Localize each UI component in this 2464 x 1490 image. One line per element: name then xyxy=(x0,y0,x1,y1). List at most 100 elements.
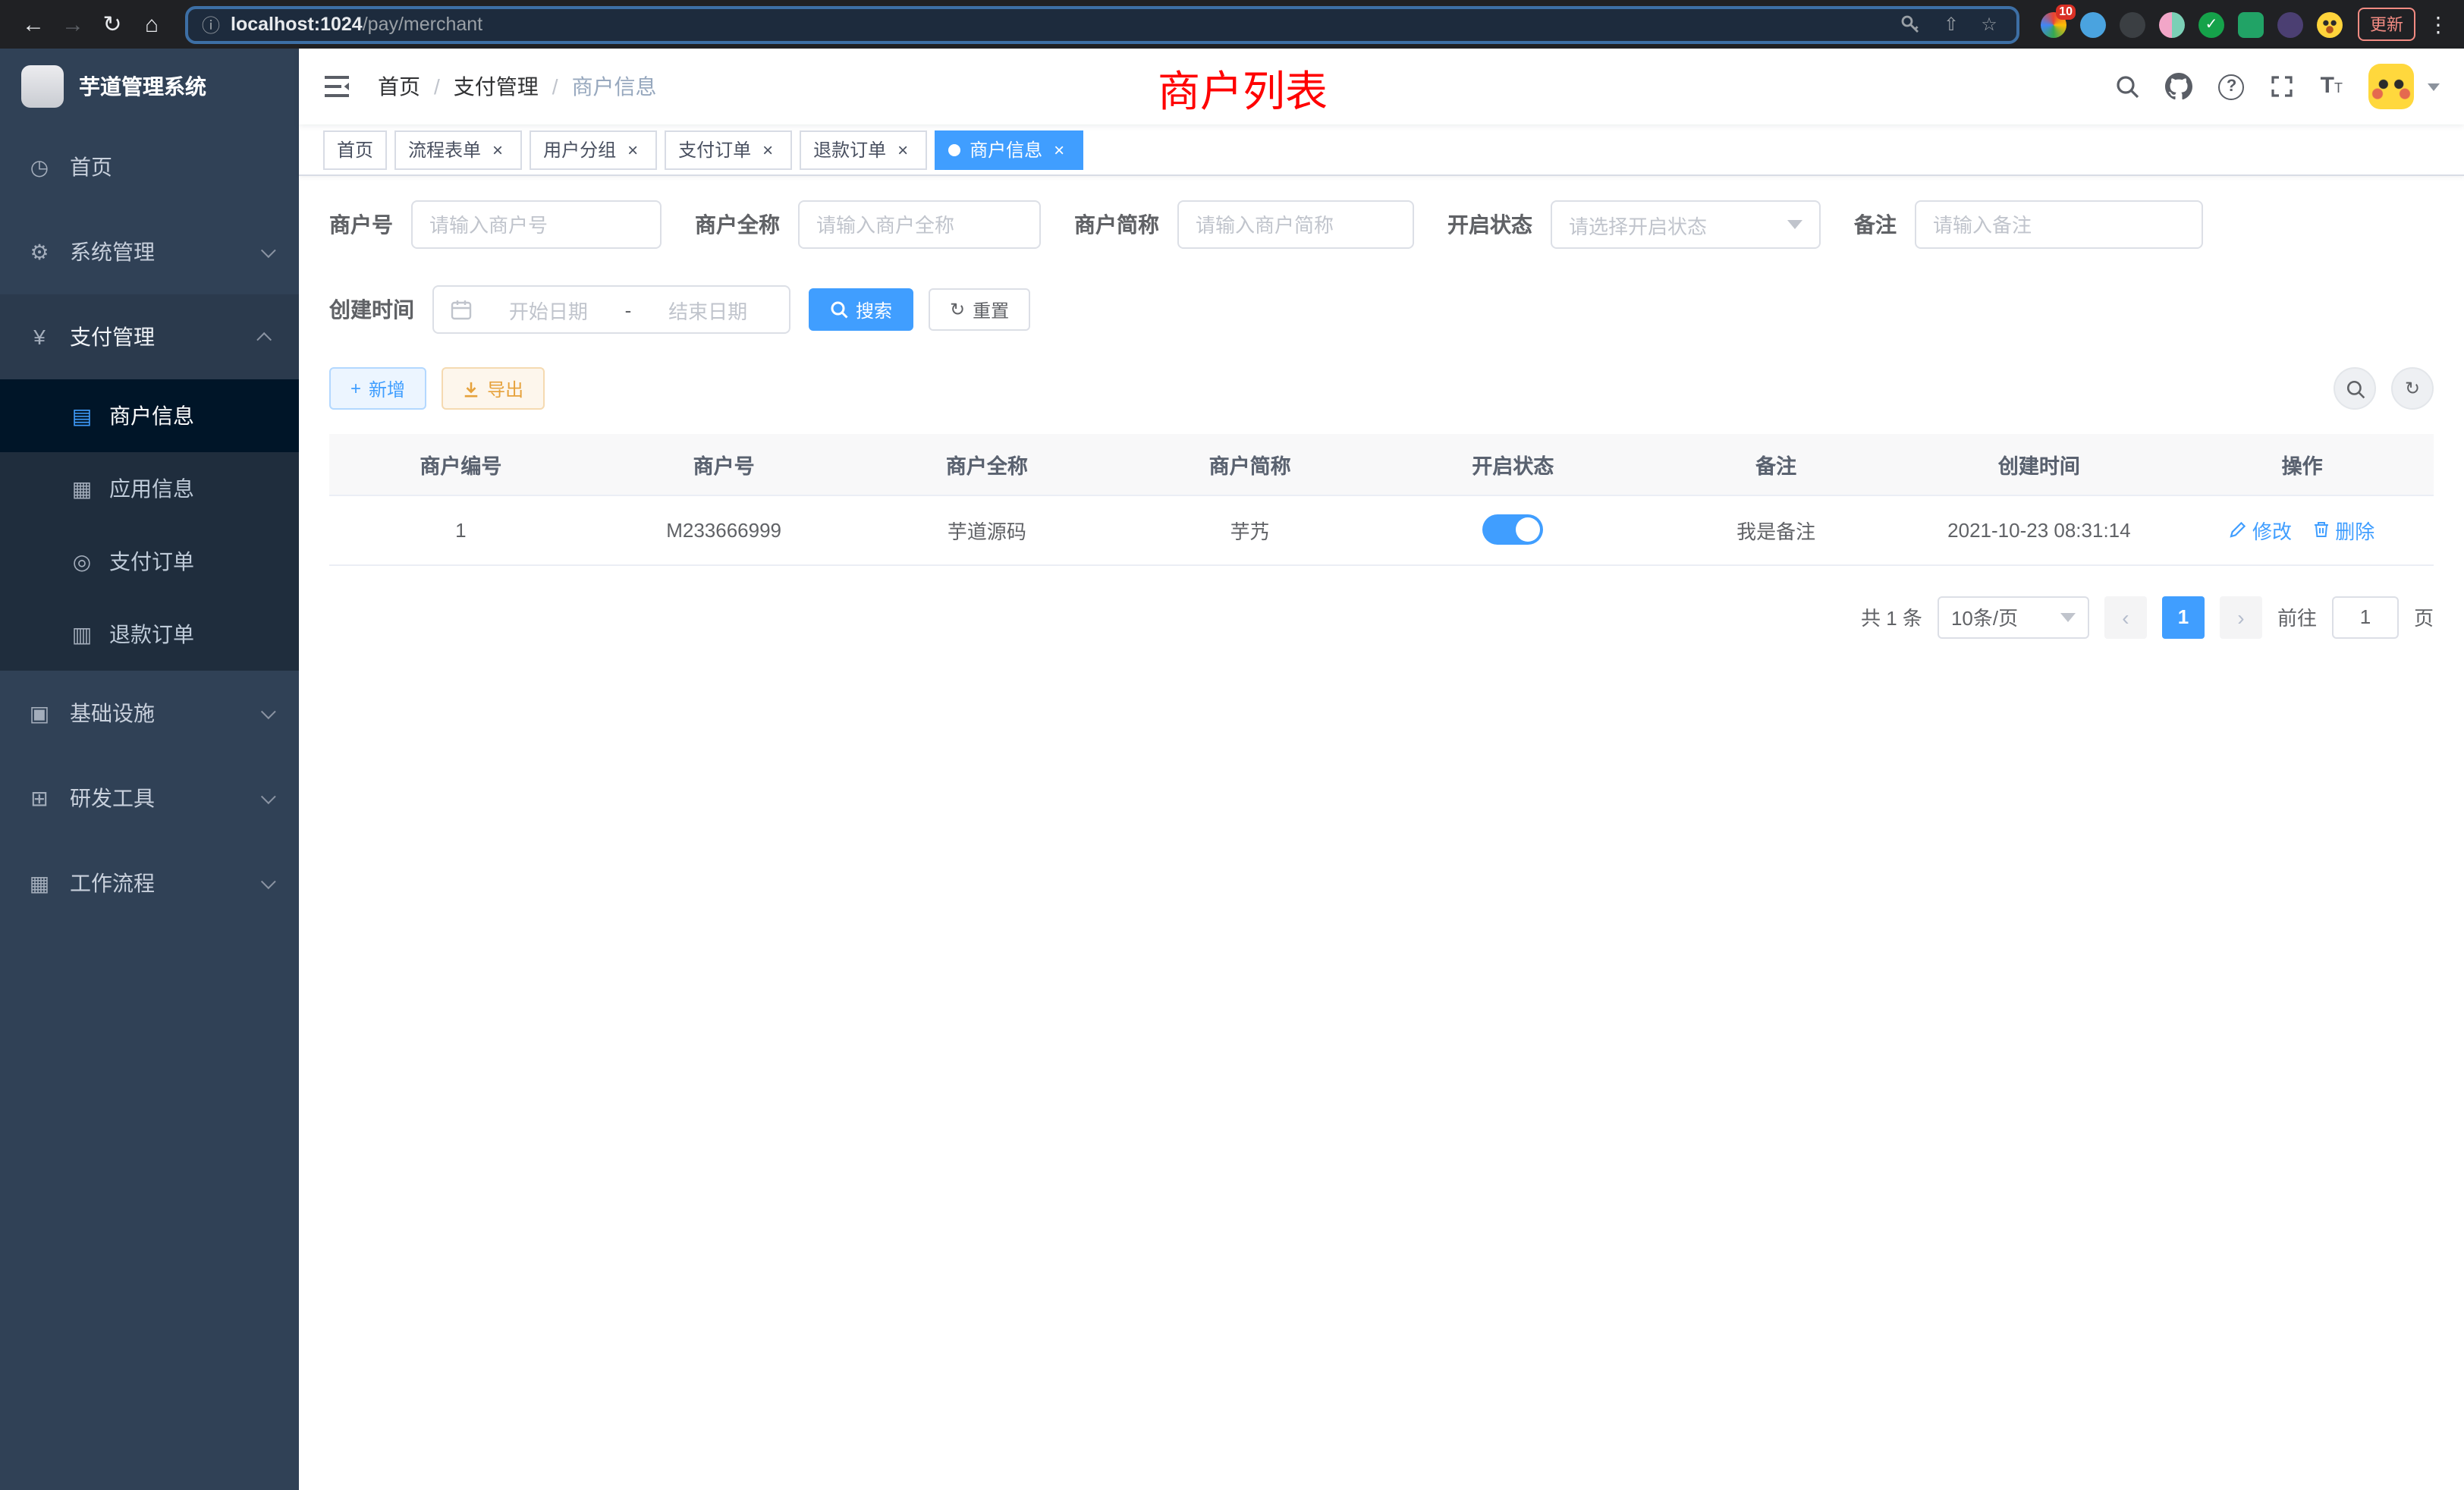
add-button[interactable]: + 新增 xyxy=(329,367,426,410)
prev-page-button[interactable]: ‹ xyxy=(2104,596,2147,638)
tab-merchant-info[interactable]: 商户信息 × xyxy=(935,130,1083,169)
sidebar-item-system[interactable]: ⚙ 系统管理 xyxy=(0,209,299,294)
tab-pay-order[interactable]: 支付订单 × xyxy=(665,130,792,169)
font-size-icon[interactable]: TT xyxy=(2321,73,2343,100)
sidebar-item-payment[interactable]: ¥ 支付管理 xyxy=(0,294,299,379)
sidebar-subitem-label: 退款订单 xyxy=(109,619,194,649)
extension-icon-duo[interactable] xyxy=(2159,11,2185,37)
tab-label: 流程表单 xyxy=(408,137,481,162)
browser-profile-avatar[interactable] xyxy=(2317,11,2343,37)
site-info-icon[interactable]: ⓘ xyxy=(202,11,220,37)
table-settings: ↻ xyxy=(2334,367,2434,410)
delete-link[interactable]: 删除 xyxy=(2312,515,2374,544)
url-text: localhost:1024/pay/merchant xyxy=(231,14,1889,35)
browser-reload-icon[interactable]: ↻ xyxy=(94,6,130,42)
breadcrumb-home[interactable]: 首页 xyxy=(378,71,420,102)
sidebar-subitem-refund-order[interactable]: ▥ 退款订单 xyxy=(0,598,299,671)
refresh-table-button[interactable]: ↻ xyxy=(2391,367,2434,410)
status-toggle[interactable] xyxy=(1482,514,1543,545)
col-merchant-id: 商户编号 xyxy=(329,434,592,495)
export-button[interactable]: 导出 xyxy=(442,367,545,410)
close-icon[interactable]: × xyxy=(1048,139,1070,160)
tab-home[interactable]: 首页 xyxy=(323,130,387,169)
filter-label: 开启状态 xyxy=(1447,209,1532,240)
edit-link[interactable]: 修改 xyxy=(2230,515,2292,544)
goto-page-input[interactable] xyxy=(2332,596,2399,638)
table-toolbar: + 新增 导出 ↻ xyxy=(329,367,2434,410)
full-name-input[interactable] xyxy=(798,200,1041,249)
header-search-icon[interactable] xyxy=(2116,74,2140,99)
page-1-button[interactable]: 1 xyxy=(2162,596,2205,638)
hamburger-icon[interactable] xyxy=(323,74,350,99)
fullscreen-icon[interactable] xyxy=(2271,74,2295,99)
sidebar-subitem-pay-order[interactable]: ◎ 支付订单 xyxy=(0,525,299,598)
main-area: 首页 / 支付管理 / 商户信息 ? xyxy=(299,49,2464,1490)
sidebar-item-label: 首页 xyxy=(70,152,112,182)
close-icon[interactable]: × xyxy=(892,139,913,160)
close-icon[interactable]: × xyxy=(622,139,643,160)
github-icon[interactable] xyxy=(2166,73,2193,100)
sidebar-item-workflow[interactable]: ▦ 工作流程 xyxy=(0,841,299,926)
extension-icon-pinwheel[interactable] xyxy=(2277,11,2303,37)
sidebar-item-infrastructure[interactable]: ▣ 基础设施 xyxy=(0,671,299,756)
bookmark-star-icon[interactable]: ☆ xyxy=(1975,14,2003,35)
sidebar-subitem-merchant-info[interactable]: ▤ 商户信息 xyxy=(0,379,299,452)
breadcrumb-payment[interactable]: 支付管理 xyxy=(454,71,539,102)
tool-icon: ⊞ xyxy=(27,785,52,811)
breadcrumb-separator: / xyxy=(552,74,558,99)
browser-update-button[interactable]: 更新 xyxy=(2358,8,2415,41)
status-select[interactable]: 请选择开启状态 xyxy=(1551,200,1821,249)
cell-create-time: 2021-10-23 08:31:14 xyxy=(1908,495,2171,564)
screen: ← → ↻ ⌂ ⓘ localhost:1024/pay/merchant ⇧ … xyxy=(0,0,2464,1490)
browser-forward-icon[interactable]: → xyxy=(55,6,91,42)
sidebar-item-home[interactable]: ◷ 首页 xyxy=(0,124,299,209)
remark-input[interactable] xyxy=(1915,200,2203,249)
reset-button[interactable]: ↻ 重置 xyxy=(929,288,1030,331)
date-separator: - xyxy=(625,298,632,321)
browser-home-icon[interactable]: ⌂ xyxy=(134,6,170,42)
annotation-merchant-list: 商户列表 xyxy=(1158,59,1328,120)
goto-unit: 页 xyxy=(2414,602,2434,631)
toggle-search-button[interactable] xyxy=(2334,367,2376,410)
tab-refund-order[interactable]: 退款订单 × xyxy=(800,130,927,169)
sidebar-subitem-app-info[interactable]: ▦ 应用信息 xyxy=(0,452,299,525)
browser-menu-icon[interactable]: ⋮ xyxy=(2428,11,2449,37)
share-icon[interactable]: ⇧ xyxy=(1938,14,1965,35)
page-content: 商户号 商户全称 商户简称 开启状态 请选择开启状态 xyxy=(299,176,2464,1490)
user-avatar[interactable] xyxy=(2368,64,2414,109)
next-page-button[interactable]: › xyxy=(2220,596,2262,638)
breadcrumb-current: 商户信息 xyxy=(572,71,657,102)
extension-icon-drop[interactable] xyxy=(2080,11,2106,37)
browser-back-icon[interactable]: ← xyxy=(15,6,52,42)
grid-icon: ▦ xyxy=(70,476,94,501)
close-icon[interactable]: × xyxy=(757,139,778,160)
chevron-down-icon xyxy=(261,703,276,718)
delete-link-label: 删除 xyxy=(2335,515,2374,544)
extension-icon-dark[interactable] xyxy=(2120,11,2145,37)
app-title: 芋道管理系统 xyxy=(79,71,206,102)
chevron-down-icon xyxy=(1787,220,1802,229)
col-actions: 操作 xyxy=(2170,434,2434,495)
merchant-no-input[interactable] xyxy=(411,200,662,249)
logo-link[interactable]: 芋道管理系统 xyxy=(0,49,299,124)
page-size-select[interactable]: 10条/页 xyxy=(1938,596,2089,638)
sidebar-item-dev-tools[interactable]: ⊞ 研发工具 xyxy=(0,756,299,841)
date-range-picker[interactable]: 开始日期 - 结束日期 xyxy=(432,285,790,334)
close-icon[interactable]: × xyxy=(487,139,508,160)
extension-icon-sheet[interactable] xyxy=(2238,11,2264,37)
extension-icon-check[interactable]: ✓ xyxy=(2198,11,2224,37)
filter-full-name: 商户全称 xyxy=(695,200,1041,249)
extension-icon-colorful[interactable]: 10 xyxy=(2041,11,2066,37)
avatar-caret-icon[interactable] xyxy=(2428,83,2440,90)
address-bar[interactable]: ⓘ localhost:1024/pay/merchant ⇧ ☆ xyxy=(185,5,2019,43)
short-name-input[interactable] xyxy=(1177,200,1414,249)
tab-user-group[interactable]: 用户分组 × xyxy=(530,130,657,169)
password-key-icon[interactable] xyxy=(1900,14,1927,35)
refresh-icon: ↻ xyxy=(950,299,965,320)
search-button[interactable]: 搜索 xyxy=(809,288,913,331)
refresh-icon: ↻ xyxy=(2405,378,2420,399)
help-icon[interactable]: ? xyxy=(2219,74,2245,99)
chevron-down-icon xyxy=(261,873,276,888)
tab-process-form[interactable]: 流程表单 × xyxy=(394,130,522,169)
filter-label: 商户简称 xyxy=(1074,209,1159,240)
